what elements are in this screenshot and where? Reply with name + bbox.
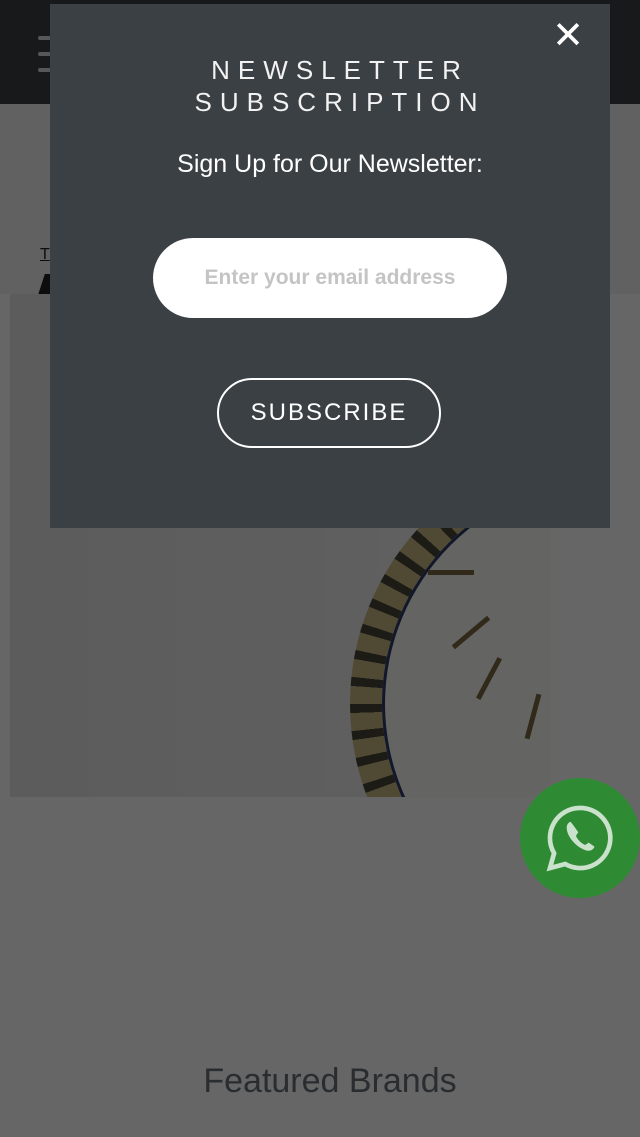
close-icon[interactable]: ✕: [550, 17, 586, 55]
newsletter-modal: ✕ NEWSLETTER SUBSCRIPTION Sign Up for Ou…: [50, 4, 610, 528]
modal-subtitle: Sign Up for Our Newsletter:: [177, 150, 483, 178]
featured-brands-title: Featured Brands: [203, 1062, 457, 1100]
whatsapp-icon: [546, 805, 613, 872]
whatsapp-button[interactable]: [520, 778, 640, 898]
email-input[interactable]: [153, 238, 507, 318]
modal-title: NEWSLETTER SUBSCRIPTION: [194, 55, 486, 117]
subscribe-button[interactable]: SUBSCRIBE: [217, 378, 441, 448]
